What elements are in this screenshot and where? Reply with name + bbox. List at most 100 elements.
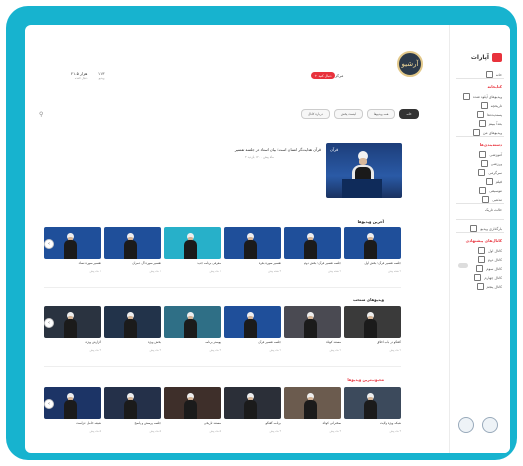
video-title[interactable]: مستند تاریخی <box>164 421 221 429</box>
video-title[interactable]: تفسیر سوره نساء <box>44 261 101 269</box>
video-title[interactable]: بخش ویژه <box>104 340 161 348</box>
sidebar-item[interactable]: ویدیوهای من <box>472 129 502 136</box>
sidebar-item[interactable]: مذهبی <box>482 196 502 203</box>
video-thumbnail[interactable] <box>104 387 161 419</box>
tab-playlists[interactable]: لیست پخش <box>333 109 363 119</box>
video-card[interactable]: سخنرانی کوتاه ۴ ماه پیش <box>284 387 341 433</box>
video-thumbnail[interactable] <box>284 387 341 419</box>
video-title[interactable]: مستند کوتاه <box>284 340 341 348</box>
video-meta: ۴ ماه پیش <box>269 430 281 433</box>
video-meta: ۵ ماه پیش <box>89 430 101 433</box>
video-card[interactable]: شیعه حامل عزاست ۵ ماه پیش <box>44 387 101 433</box>
video-title[interactable]: شیعه حامل عزاست <box>44 421 101 429</box>
carousel-arrow-icon[interactable]: ‹ <box>44 239 54 249</box>
menu-icon <box>478 247 485 254</box>
sidebar-item[interactable]: آموزشی <box>479 151 502 158</box>
sidebar-item[interactable]: فیلم <box>485 178 502 185</box>
video-thumbnail[interactable] <box>164 227 221 259</box>
suggested-channel[interactable]: کانال پنجم <box>476 283 502 290</box>
video-card[interactable]: پوستر برنامه ۳ ماه پیش <box>164 306 221 352</box>
tab-all-videos[interactable]: همه ویدیوها <box>366 109 396 119</box>
tab-home[interactable]: خانه <box>399 109 419 119</box>
carousel-arrow-icon[interactable]: ‹ <box>44 318 54 328</box>
video-row-latest: جلسه تفسیر قرآن؛ بخش اول ۲ هفته پیش جلسه ت… <box>44 227 401 273</box>
podium <box>342 179 382 198</box>
video-thumbnail[interactable] <box>344 227 401 259</box>
video-title[interactable]: گزارش ویژه <box>44 340 102 348</box>
sidebar-item-label: پسندیده‌ها <box>487 112 502 117</box>
video-thumbnail[interactable] <box>344 306 401 338</box>
video-thumbnail[interactable] <box>104 227 161 259</box>
sidebar-item[interactable]: تاریخچه <box>480 102 502 109</box>
video-card[interactable]: بخش ویژه ۳ ماه پیش <box>104 306 161 352</box>
video-card[interactable]: گزارش ویژه ۳ ماه پیش <box>44 306 101 352</box>
section-title-popular[interactable]: محبوب‌ترین ویدیوها <box>347 377 384 382</box>
video-title[interactable]: گفتگو در باب اخلاق <box>344 340 401 348</box>
carousel-arrow-icon[interactable]: ‹ <box>44 399 54 409</box>
video-meta: ۵ ماه پیش <box>209 430 221 433</box>
video-card[interactable]: جلسه تفسیر قرآن ۲ ماه پیش <box>224 306 281 352</box>
brand-logo[interactable]: آپارات <box>471 53 502 62</box>
sidebar-item[interactable]: سرگرمی <box>478 169 502 176</box>
video-title[interactable]: جلسه تفسیر قرآن؛ بخش دوم <box>284 261 341 269</box>
video-card[interactable]: تفسیر سوره بقره ۳ هفته پیش <box>224 227 281 273</box>
video-thumbnail[interactable] <box>224 306 281 338</box>
video-title[interactable]: معرفی برنامه جدید <box>164 261 221 269</box>
video-title[interactable]: شبکه ویژه ولایت <box>344 421 401 429</box>
video-meta: ۴ ماه پیش <box>329 430 341 433</box>
video-card[interactable]: جلسه تفسیر قرآن؛ بخش اول ۲ هفته پیش <box>344 227 401 273</box>
video-card[interactable]: مستند تاریخی ۵ ماه پیش <box>164 387 221 433</box>
video-card[interactable]: گفتگو در باب اخلاق ۲ ماه پیش <box>344 306 401 352</box>
sidebar-item[interactable]: بعداً ببینم <box>478 120 502 127</box>
suggested-channel[interactable]: کانال دوم <box>477 256 502 263</box>
sidebar-item-label: کانال اول <box>488 248 502 253</box>
channel-tabs: خانه همه ویدیوها لیست پخش درباره کانال <box>301 109 419 119</box>
video-card[interactable]: شبکه ویژه ولایت ۴ ماه پیش <box>344 387 401 433</box>
video-meta: ۳ ماه پیش <box>89 349 101 352</box>
video-thumbnail[interactable] <box>224 387 281 419</box>
video-card[interactable]: جلسه پرسش و پاسخ ۵ ماه پیش <box>104 387 161 433</box>
section-title-selected[interactable]: ویدیوهای منتخب <box>353 297 384 302</box>
video-card[interactable]: جلسه تفسیر قرآن؛ بخش دوم ۲ هفته پیش <box>284 227 341 273</box>
video-thumbnail[interactable] <box>164 387 221 419</box>
video-card[interactable]: برنامه گفتگو ۴ ماه پیش <box>224 387 281 433</box>
sidebar-item[interactable]: ویدیوهای آپلود شده <box>463 93 502 100</box>
video-card[interactable]: تفسیر سوره آل عمران ۱ ماه پیش <box>104 227 161 273</box>
video-title[interactable]: جلسه پرسش و پاسخ <box>104 421 161 429</box>
sidebar-item[interactable]: پسندیده‌ها <box>477 111 502 118</box>
video-title[interactable]: تفسیر سوره آل عمران <box>104 261 161 269</box>
video-thumbnail[interactable] <box>284 306 341 338</box>
video-thumbnail[interactable] <box>164 306 221 338</box>
sidebar-item[interactable]: ورزشی <box>480 160 502 167</box>
subscribe-button[interactable]: + دنبال کنید <box>311 72 335 79</box>
video-title[interactable]: تفسیر سوره بقره <box>224 261 281 269</box>
tab-about[interactable]: درباره کانال <box>301 109 330 119</box>
video-thumbnail[interactable] <box>104 306 161 338</box>
search-icon[interactable]: ⚲ <box>39 111 43 118</box>
upload-link[interactable]: بارگذاری ویدیو <box>470 225 502 232</box>
video-title[interactable]: برنامه گفتگو <box>224 421 281 429</box>
video-card[interactable]: معرفی برنامه جدید ۱ ماه پیش <box>164 227 221 273</box>
video-title[interactable]: جلسه تفسیر قرآن؛ بخش اول <box>344 261 401 269</box>
video-thumbnail[interactable] <box>284 227 341 259</box>
video-thumbnail[interactable] <box>224 227 281 259</box>
dark-mode-toggle[interactable] <box>458 263 468 268</box>
video-title[interactable]: سخنرانی کوتاه <box>284 421 341 429</box>
sidebar-item[interactable]: موسیقی <box>479 187 502 194</box>
suggested-channel[interactable]: کانال سوم <box>476 265 502 272</box>
sidebar-item-label: کانال چهارم <box>484 275 502 280</box>
video-title[interactable]: پوستر برنامه <box>164 340 221 348</box>
video-thumbnail[interactable] <box>344 387 401 419</box>
section-title-latest[interactable]: آخرین ویدیوها <box>358 219 384 224</box>
suggested-channel[interactable]: کانال اول <box>478 247 502 254</box>
video-title[interactable]: جلسه تفسیر قرآن <box>224 340 281 348</box>
featured-video-title[interactable]: قرآن هدایت‌گر انسان است؛ بیان استاد در ج… <box>155 147 321 152</box>
channel-avatar[interactable]: آرشیو <box>397 51 423 77</box>
suggested-channel[interactable]: کانال چهارم <box>474 274 502 281</box>
video-card[interactable]: مستند کوتاه ۲ ماه پیش <box>284 306 341 352</box>
thumbnail-overlay-text: قرآن <box>330 147 339 152</box>
sidebar-item[interactable]: خانه <box>485 71 502 78</box>
featured-video-thumbnail[interactable]: قرآن <box>326 143 402 198</box>
video-card[interactable]: تفسیر سوره نساء ۱ ماه پیش <box>44 227 101 273</box>
video-meta: ۵ ماه پیش <box>149 430 161 433</box>
